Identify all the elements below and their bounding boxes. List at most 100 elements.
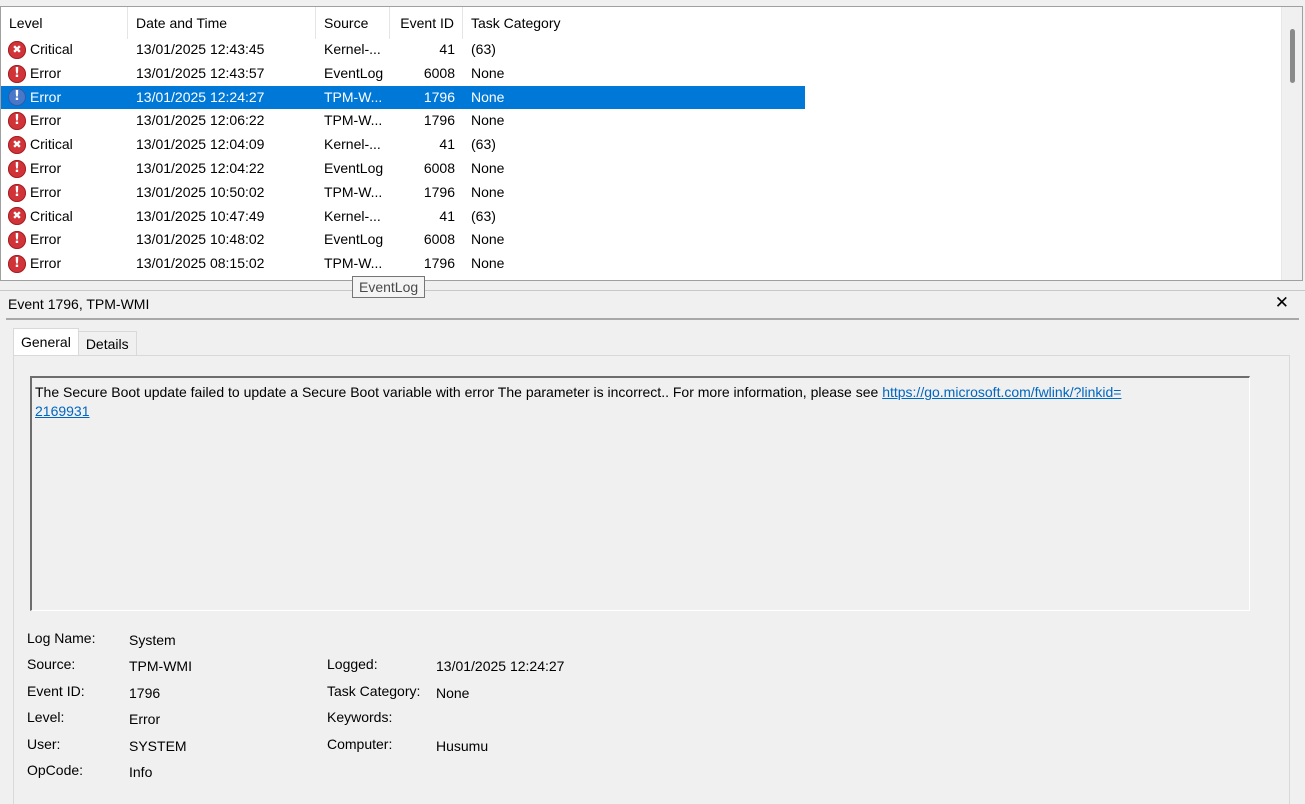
tab-details[interactable]: Details xyxy=(77,331,137,355)
cell-task-category: None xyxy=(471,64,505,81)
cell-event-id: 1796 xyxy=(423,255,455,272)
cell-date-time: 13/01/2025 12:04:09 xyxy=(136,136,265,153)
prop-value-source: TPM-WMI xyxy=(129,658,192,674)
title-divider xyxy=(6,318,1299,320)
cell-event-id: 41 xyxy=(439,41,455,57)
detail-tabs: General Details xyxy=(13,328,137,355)
cell-source: EventLog xyxy=(324,64,384,81)
cell-source: EventLog xyxy=(324,159,384,176)
cell-source: Kernel-... xyxy=(324,136,381,153)
cell-source: TPM-W... xyxy=(324,112,383,129)
prop-label-event-id: Event ID: xyxy=(27,683,85,699)
cell-level: ! Error xyxy=(1,252,128,276)
prop-label-logged: Logged: xyxy=(327,656,378,672)
prop-value-task-category: None xyxy=(436,685,470,701)
cell-level: ! Error xyxy=(1,157,128,181)
prop-value-log-name: System xyxy=(129,632,176,648)
cell-task-category: (63) xyxy=(471,41,496,57)
column-header-event-id[interactable]: Event ID xyxy=(390,7,463,39)
cell-level: ✖ Critical xyxy=(1,133,128,157)
cell-source: TPM-W... xyxy=(324,183,383,200)
error-icon: ! xyxy=(8,183,26,202)
prop-label-opcode: OpCode: xyxy=(27,762,84,778)
cell-event-id: 1796 xyxy=(423,112,455,129)
prop-label-keywords: Keywords: xyxy=(327,709,393,725)
table-row[interactable]: ✖ Critical 13/01/2025 12:04:09 Kernel-... 41… xyxy=(1,133,805,157)
table-row[interactable]: ! Error 13/01/2025 12:24:27 TPM-W... 1796 Non… xyxy=(1,85,805,110)
cell-event-id: 1796 xyxy=(423,88,455,105)
critical-icon: ✖ xyxy=(8,40,26,59)
error-icon: ! xyxy=(8,231,26,250)
error-icon: ! xyxy=(8,112,26,131)
level-text: Critical xyxy=(30,207,73,224)
error-icon: ! xyxy=(8,64,26,83)
table-row[interactable]: ! Error 13/01/2025 12:43:57 EventLog 6008 Non… xyxy=(1,62,805,86)
prop-label-log-name: Log Name: xyxy=(27,630,96,646)
cell-task-category: None xyxy=(471,112,505,129)
cell-task-category: None xyxy=(471,255,505,272)
column-header-source[interactable]: Source xyxy=(316,7,390,39)
table-row[interactable]: ! Error 13/01/2025 10:50:02 TPM-W... 1796 Non… xyxy=(1,181,805,205)
description-text: The Secure Boot update failed to update … xyxy=(35,384,883,400)
prop-value-logged: 13/01/2025 12:24:27 xyxy=(436,658,565,674)
scrollbar-thumb[interactable] xyxy=(1290,29,1295,83)
table-row[interactable]: ! Error 13/01/2025 10:48:02 EventLog 6008 Non… xyxy=(1,228,805,252)
cell-task-category: (63) xyxy=(471,136,496,153)
cell-date-time: 13/01/2025 12:06:22 xyxy=(136,112,265,129)
table-row[interactable]: ✖ Critical 13/01/2025 12:43:45 Kernel-... 41… xyxy=(1,38,805,62)
cell-source: Kernel-... xyxy=(324,207,381,224)
close-icon[interactable]: ✕ xyxy=(1275,293,1289,313)
cell-date-time: 13/01/2025 12:24:27 xyxy=(136,88,265,105)
cell-level: ! Error xyxy=(1,86,128,110)
cell-date-time: 13/01/2025 10:48:02 xyxy=(136,231,265,248)
column-header-task-category[interactable]: Task Category xyxy=(463,7,805,39)
error-icon: ! xyxy=(8,255,26,274)
cell-source: Kernel-... xyxy=(324,41,381,57)
critical-icon: ✖ xyxy=(8,136,26,155)
error-icon: ! xyxy=(8,159,26,178)
level-text: Critical xyxy=(30,41,73,57)
column-header-date-time[interactable]: Date and Time xyxy=(128,7,316,39)
level-text: Error xyxy=(30,183,62,200)
level-text: Error xyxy=(30,159,62,176)
cell-source: TPM-W... xyxy=(324,255,383,272)
cell-date-time: 13/01/2025 08:15:02 xyxy=(136,255,265,272)
detail-title: Event 1796, TPM-WMI xyxy=(8,296,150,312)
prop-value-event-id: 1796 xyxy=(129,685,161,701)
cell-date-time: 13/01/2025 10:47:49 xyxy=(136,207,265,224)
cell-task-category: None xyxy=(471,159,505,176)
cell-level: ! Error xyxy=(1,181,128,205)
level-text: Error xyxy=(30,64,62,81)
description-link-line2: 2169931 xyxy=(35,403,90,419)
event-description[interactable]: The Secure Boot update failed to update … xyxy=(30,376,1250,611)
cell-event-id: 41 xyxy=(439,207,455,224)
cell-event-id: 6008 xyxy=(423,159,455,176)
vertical-scrollbar[interactable] xyxy=(1281,7,1302,280)
prop-label-task-category: Task Category: xyxy=(327,683,421,699)
event-list-header: Level Date and Time Source Event ID Task… xyxy=(1,7,805,39)
table-row[interactable]: ✖ Critical 13/01/2025 10:47:49 Kernel-... 41… xyxy=(1,205,805,229)
cell-source: EventLog xyxy=(324,231,384,248)
cell-level: ! Error xyxy=(1,109,128,133)
tab-general[interactable]: General xyxy=(13,328,79,355)
table-row[interactable]: ! Error 13/01/2025 08:15:02 TPM-W... 1796 Non… xyxy=(1,252,805,276)
cell-task-category: None xyxy=(471,88,505,105)
level-text: Critical xyxy=(30,136,73,153)
table-row[interactable]: ! Error 13/01/2025 12:04:22 EventLog 6008 Non… xyxy=(1,157,805,181)
level-text: Error xyxy=(30,88,62,105)
cell-event-id: 41 xyxy=(439,136,455,153)
cell-level: ✖ Critical xyxy=(1,205,128,229)
event-list[interactable]: Level Date and Time Source Event ID Task… xyxy=(0,6,1303,281)
prop-label-user: User: xyxy=(27,736,61,752)
prop-label-computer: Computer: xyxy=(327,736,393,752)
level-text: Error xyxy=(30,231,62,248)
cell-task-category: None xyxy=(471,231,505,248)
cell-level: ! Error xyxy=(1,228,128,252)
prop-value-level: Error xyxy=(129,711,161,727)
cell-date-time: 13/01/2025 10:50:02 xyxy=(136,183,265,200)
prop-value-user: SYSTEM xyxy=(129,738,187,754)
cell-event-id: 6008 xyxy=(423,231,455,248)
column-header-level[interactable]: Level xyxy=(1,7,128,39)
cell-date-time: 13/01/2025 12:04:22 xyxy=(136,159,265,176)
table-row[interactable]: ! Error 13/01/2025 12:06:22 TPM-W... 1796 Non… xyxy=(1,109,805,133)
